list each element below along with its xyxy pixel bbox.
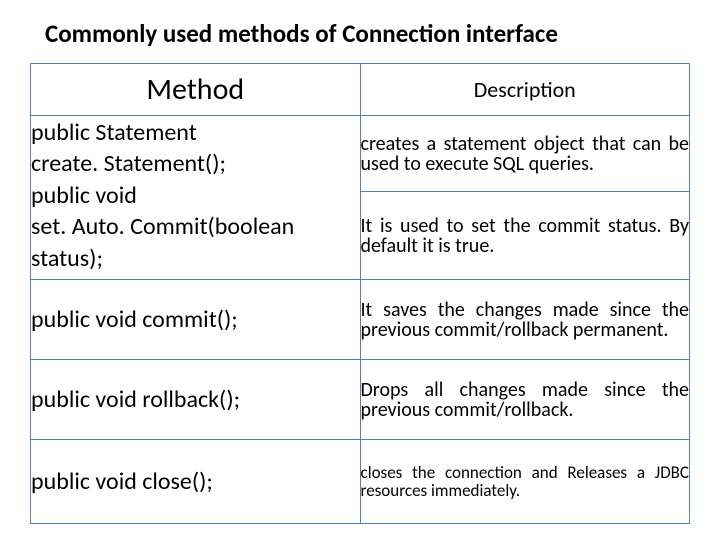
header-method: Method bbox=[31, 64, 361, 116]
method-text: status); bbox=[31, 245, 360, 273]
method-text: public void bbox=[31, 182, 360, 210]
method-text: create. Statement(); bbox=[31, 150, 360, 178]
description-cell: creates a statement object that can be u… bbox=[360, 116, 690, 192]
method-cell: public void close(); bbox=[31, 440, 361, 524]
table-row: public Statement create. Statement(); pu… bbox=[31, 116, 690, 192]
method-cell-merged: public Statement create. Statement(); pu… bbox=[31, 116, 361, 280]
description-cell: It saves the changes made since the prev… bbox=[360, 280, 690, 360]
methods-table: Method Description public Statement crea… bbox=[30, 63, 690, 524]
table-row: public void commit(); It saves the chang… bbox=[31, 280, 690, 360]
table-row: public void rollback(); Drops all change… bbox=[31, 360, 690, 440]
page-title: Commonly used methods of Connection inte… bbox=[30, 18, 690, 49]
table-header-row: Method Description bbox=[31, 64, 690, 116]
description-cell: closes the connection and Releases a JDB… bbox=[360, 440, 690, 524]
method-text: public Statement bbox=[31, 119, 360, 147]
description-cell: Drops all changes made since the previou… bbox=[360, 360, 690, 440]
method-cell: public void commit(); bbox=[31, 280, 361, 360]
table-row: public void close(); closes the connecti… bbox=[31, 440, 690, 524]
header-description: Description bbox=[360, 64, 690, 116]
method-text: set. Auto. Commit(boolean bbox=[31, 213, 360, 241]
method-cell: public void rollback(); bbox=[31, 360, 361, 440]
description-cell: It is used to set the commit status. By … bbox=[360, 192, 690, 280]
